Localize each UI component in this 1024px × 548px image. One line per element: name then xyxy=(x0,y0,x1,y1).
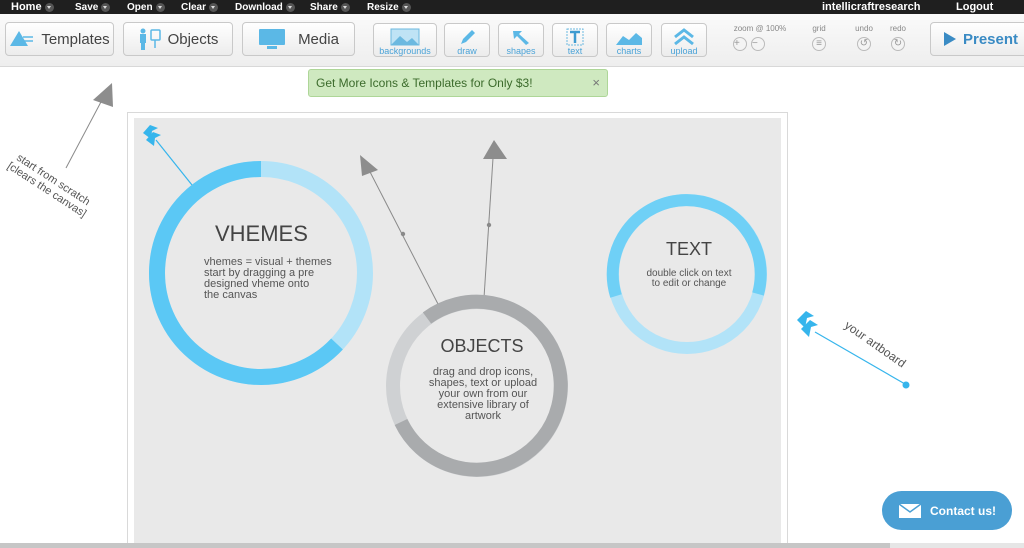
contact-us-label: Contact us! xyxy=(930,503,996,518)
vhemes-description[interactable]: vhemes = visual + themes start by draggi… xyxy=(204,257,374,301)
text-description[interactable]: double click on text to edit or change xyxy=(622,269,756,289)
vhemes-connector-line xyxy=(155,139,193,186)
chevron-double-icon xyxy=(797,311,818,337)
objects-line: artwork xyxy=(464,410,502,422)
scrollbar-thumb[interactable] xyxy=(0,543,890,548)
envelope-icon xyxy=(898,502,922,519)
vhemes-title[interactable]: VHEMES xyxy=(215,223,308,245)
artboard-pointer-dot xyxy=(902,381,910,389)
objects-title[interactable]: OBJECTS xyxy=(402,337,562,355)
objects-description[interactable]: drag and drop icons, shapes, text or upl… xyxy=(402,367,564,422)
contact-us-button[interactable]: Contact us! xyxy=(882,491,1012,530)
text-title[interactable]: TEXT xyxy=(622,240,756,258)
vhemes-line: the canvas xyxy=(204,289,258,301)
objects-arrows xyxy=(360,140,507,305)
canvas-graphics xyxy=(143,125,910,477)
text-line: to edit or change xyxy=(651,278,727,289)
